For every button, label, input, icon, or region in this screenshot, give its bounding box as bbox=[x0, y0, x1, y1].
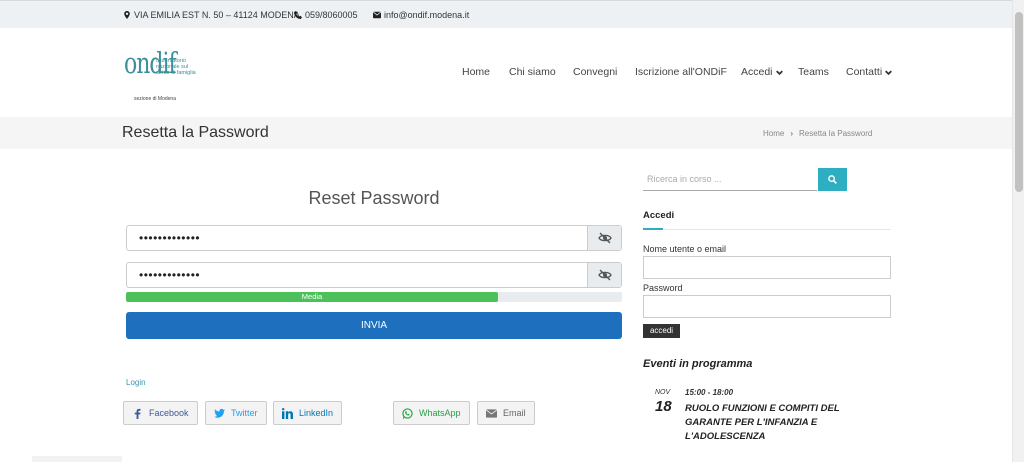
password-value: ••••••••••••• bbox=[139, 231, 201, 245]
scrollbar-thumb[interactable] bbox=[1015, 12, 1023, 192]
address: VIA EMILIA EST N. 50 – 41124 MODENA bbox=[123, 10, 300, 20]
nav-convegni[interactable]: Convegni bbox=[573, 66, 617, 78]
toggle-visibility-button[interactable] bbox=[587, 226, 621, 250]
login-button[interactable]: accedi bbox=[643, 324, 680, 338]
whatsapp-icon bbox=[402, 407, 413, 419]
linkedin-icon bbox=[282, 407, 293, 419]
new-password-field[interactable]: ••••••••••••• bbox=[126, 225, 622, 251]
login-link[interactable]: Login bbox=[126, 378, 146, 387]
nav-label: Iscrizione all'ONDiF bbox=[635, 66, 727, 78]
share-whatsapp-button[interactable]: WhatsApp bbox=[393, 401, 470, 425]
logo-section: sezione di Modena bbox=[134, 96, 176, 102]
nav-chi-siamo[interactable]: Chi siamo bbox=[509, 66, 556, 78]
submit-button[interactable]: INVIA bbox=[126, 312, 622, 339]
breadcrumb-current: Resetta la Password bbox=[799, 129, 873, 138]
site-logo[interactable]: ondif osservatorio nazionale sul diritto… bbox=[122, 42, 196, 106]
search-icon bbox=[828, 175, 837, 184]
chevron-down-icon bbox=[885, 69, 893, 75]
phone-icon bbox=[294, 11, 302, 19]
share-label: LinkedIn bbox=[299, 408, 334, 418]
envelope-icon bbox=[486, 408, 497, 418]
nav-iscrizione[interactable]: Iscrizione all'ONDiF bbox=[635, 66, 727, 78]
nav-teams[interactable]: Teams bbox=[798, 66, 829, 78]
bottom-strip bbox=[32, 456, 122, 462]
chevron-down-icon bbox=[775, 69, 783, 75]
share-email-button[interactable]: Email bbox=[477, 401, 535, 425]
nav-contatti[interactable]: Contatti bbox=[846, 66, 893, 78]
nav-label: Teams bbox=[798, 66, 829, 78]
phone[interactable]: 059/8060005 bbox=[294, 10, 358, 20]
page-scrollbar[interactable] bbox=[1012, 0, 1024, 462]
nav-label: Accedi bbox=[741, 66, 773, 78]
map-marker-icon bbox=[124, 11, 130, 19]
strength-fill: Media bbox=[126, 292, 498, 302]
nav-label: Convegni bbox=[573, 66, 618, 78]
event-month: NOV bbox=[655, 389, 671, 396]
nav-label: Contatti bbox=[846, 66, 883, 78]
search-button[interactable] bbox=[818, 168, 847, 191]
nav-label: Home bbox=[462, 66, 491, 78]
nav-home[interactable]: Home bbox=[462, 66, 490, 78]
nav-label: Chi siamo bbox=[509, 66, 556, 78]
event-time: 15:00 - 18:00 bbox=[685, 388, 734, 397]
username-label: Nome utente o email bbox=[643, 244, 727, 254]
password-label: Password bbox=[643, 283, 683, 293]
username-field[interactable] bbox=[643, 256, 891, 279]
share-label: Twitter bbox=[231, 408, 258, 418]
twitter-icon bbox=[214, 408, 225, 418]
eye-slash-icon bbox=[597, 269, 612, 281]
toggle-visibility-button[interactable] bbox=[587, 263, 621, 287]
nav-accedi[interactable]: Accedi bbox=[741, 66, 783, 78]
share-linkedin-button[interactable]: LinkedIn bbox=[273, 401, 343, 425]
facebook-icon bbox=[134, 408, 141, 419]
share-label: WhatsApp bbox=[419, 408, 461, 418]
page-title: Resetta la Password bbox=[122, 124, 269, 141]
share-facebook-button[interactable]: Facebook bbox=[123, 401, 198, 425]
envelope-icon bbox=[373, 11, 381, 19]
address-text: VIA EMILIA EST N. 50 – 41124 MODENA bbox=[134, 10, 300, 20]
form-heading: Reset Password bbox=[308, 188, 440, 208]
eye-slash-icon bbox=[597, 232, 612, 244]
login-widget-heading: Accedi bbox=[643, 210, 675, 221]
top-info-bar: VIA EMILIA EST N. 50 – 41124 MODENA 059/… bbox=[0, 0, 1012, 28]
heading-accent bbox=[643, 228, 663, 230]
password-strength-meter: Media bbox=[126, 292, 622, 302]
logo-tagline: osservatorio nazionale sul diritto di fa… bbox=[156, 58, 196, 76]
share-twitter-button[interactable]: Twitter bbox=[205, 401, 267, 425]
email-text: info@ondif.modena.it bbox=[384, 10, 470, 20]
breadcrumb-separator-icon: › bbox=[790, 129, 794, 138]
event-day: 18 bbox=[655, 398, 672, 415]
password-field[interactable] bbox=[643, 295, 891, 318]
share-label: Email bbox=[503, 408, 526, 418]
breadcrumb-home[interactable]: Home bbox=[763, 129, 784, 138]
events-heading: Eventi in programma bbox=[643, 358, 753, 370]
page-title-bar: Resetta la Password Home › Resetta la Pa… bbox=[0, 117, 1012, 149]
breadcrumb: Home › Resetta la Password bbox=[763, 129, 872, 138]
search-input[interactable]: Ricerca in corso ... bbox=[643, 168, 817, 191]
event-title[interactable]: RUOLO FUNZIONI E COMPITI DEL GARANTE PER… bbox=[685, 402, 865, 444]
password-value: ••••••••••••• bbox=[139, 268, 201, 282]
email[interactable]: info@ondif.modena.it bbox=[373, 10, 469, 20]
share-label: Facebook bbox=[149, 408, 189, 418]
phone-text: 059/8060005 bbox=[305, 10, 358, 20]
divider bbox=[643, 229, 891, 230]
confirm-password-field[interactable]: ••••••••••••• bbox=[126, 262, 622, 288]
